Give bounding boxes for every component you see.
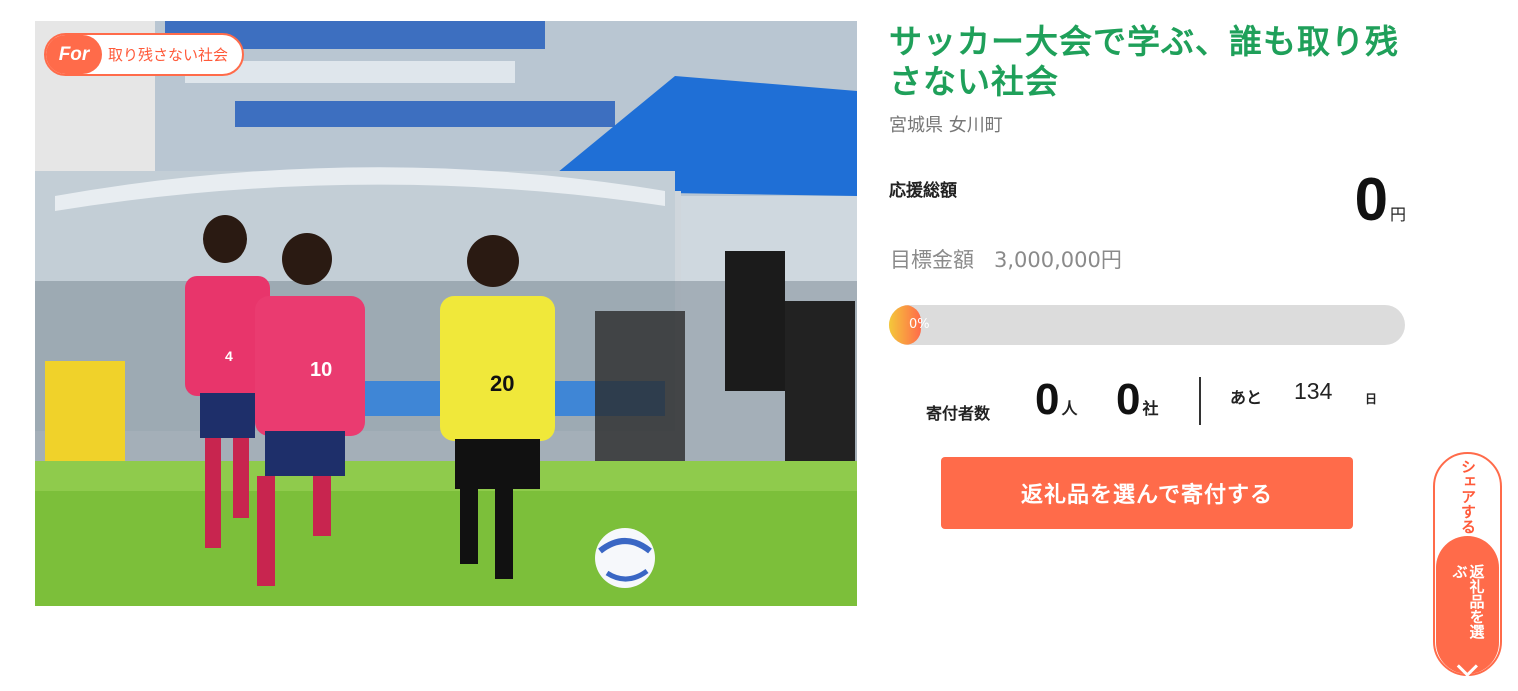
company-count-value: 0 [1116, 375, 1141, 424]
funding-progress-bar: 0% [889, 305, 1405, 345]
goal-value: 3,000,000円 [994, 248, 1122, 272]
days-remaining-value: 134 [1294, 378, 1333, 404]
people-count-unit: 人 [1061, 399, 1078, 418]
for-label: For [46, 35, 102, 74]
progress-percent: 0% [909, 317, 930, 332]
support-total-label: 応援総額 [889, 181, 957, 201]
share-label: シェアする [1459, 458, 1477, 534]
donor-count-label: 寄付者数 [926, 404, 991, 423]
stats-divider [1199, 377, 1201, 425]
share-button[interactable]: シェアする [1435, 454, 1500, 538]
project-hero-image: 10 4 20 [35, 21, 857, 606]
company-count-unit: 社 [1142, 399, 1159, 418]
floating-side-widget: シェアする 返礼品を選ぶ [1433, 452, 1502, 678]
chevron-down-icon [1457, 656, 1478, 678]
donation-stats: 寄付者数 0 人 0 社 あと 134 日 [889, 372, 1405, 428]
project-title: サッカー大会で学ぶ、誰も取り残さない社会 [889, 22, 1399, 101]
select-gift-label: 返礼品を選ぶ [1450, 564, 1486, 639]
donate-button[interactable]: 返礼品を選んで寄付する [941, 457, 1353, 529]
goal-amount-row: 目標金額 3,000,000円 [890, 244, 1122, 274]
select-gift-button[interactable]: 返礼品を選ぶ [1436, 536, 1499, 678]
for-category-badge: For 取り残さない社会 [44, 33, 245, 76]
support-total-value: 0 [1354, 166, 1388, 233]
support-total-unit: 円 [1389, 205, 1406, 224]
soccer-photo: 10 4 20 [35, 21, 857, 606]
project-location: 宮城県 女川町 [889, 115, 1003, 136]
jersey-number-4: 4 [225, 348, 233, 364]
people-count: 0 人 [1035, 374, 1078, 426]
category-label: 取り残さない社会 [108, 46, 229, 64]
jersey-number-10: 10 [310, 359, 332, 381]
company-count: 0 社 [1116, 374, 1159, 426]
jersey-number-20: 20 [490, 371, 514, 396]
goal-label: 目標金額 [890, 248, 974, 272]
days-remaining-unit: 日 [1365, 392, 1378, 406]
support-total-amount: 0 円 [1355, 168, 1406, 232]
days-remaining-label: あと [1230, 388, 1263, 407]
people-count-value: 0 [1035, 375, 1060, 424]
project-page: 10 4 20 For 取り残さない社会 サッカー大会で学ぶ、誰も取り残さない社… [0, 0, 1518, 691]
